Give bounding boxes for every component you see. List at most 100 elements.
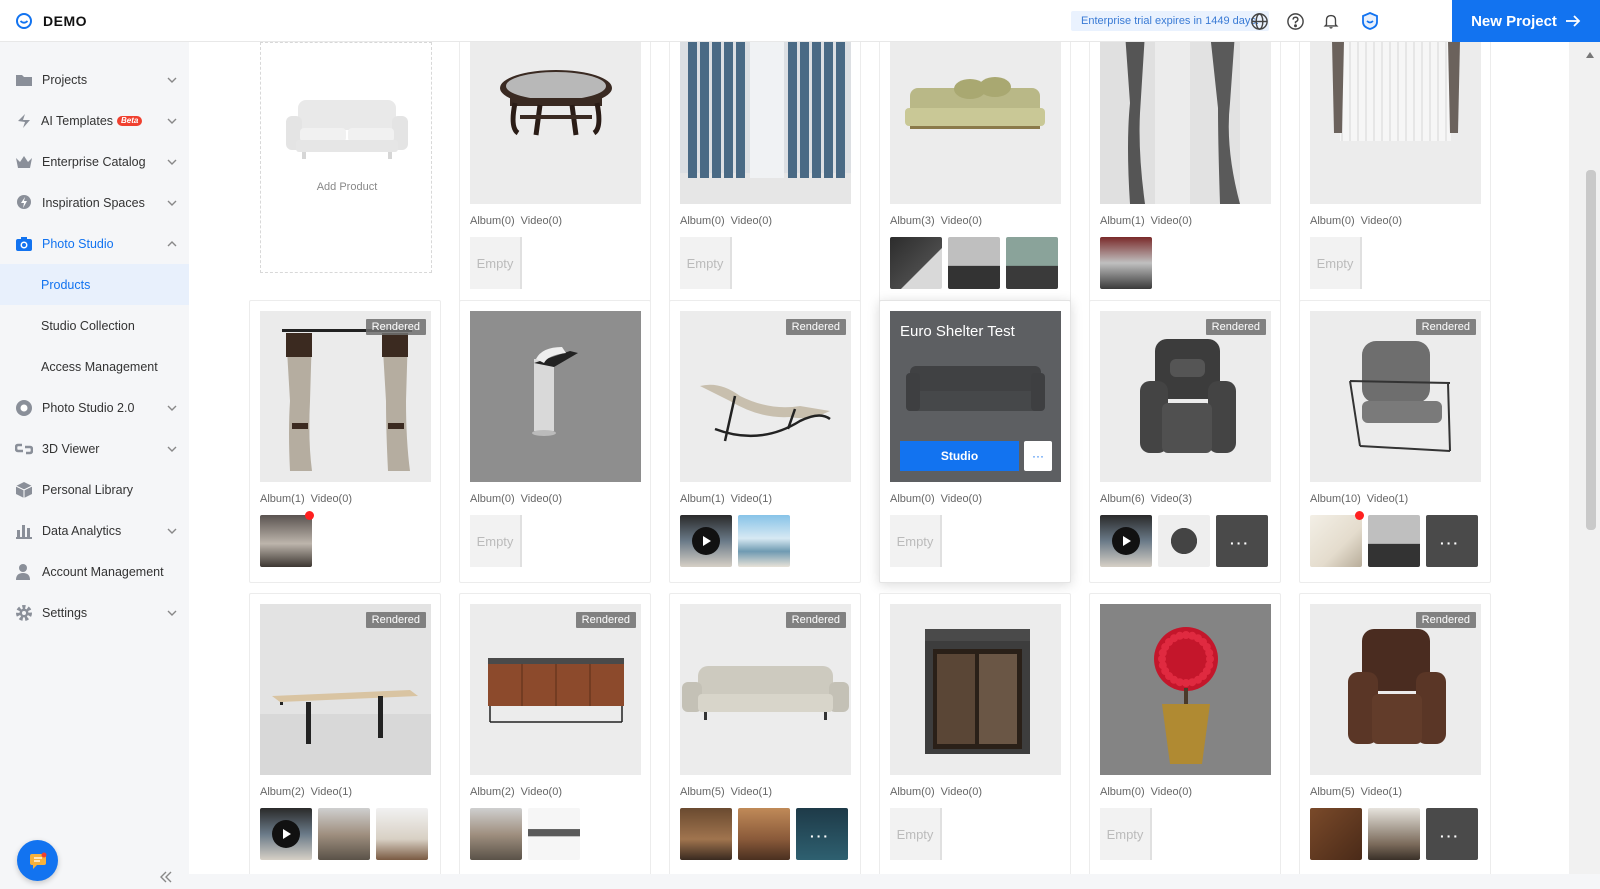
album-thumbnail[interactable] <box>1100 237 1152 289</box>
video-count[interactable]: Video(1) <box>311 786 352 798</box>
sidebar-item-projects[interactable]: Projects <box>0 59 189 100</box>
album-thumbnail[interactable] <box>376 808 428 860</box>
album-thumbnail[interactable] <box>1310 515 1362 567</box>
album-count[interactable]: Album(1) <box>260 493 305 505</box>
product-thumbnail[interactable] <box>890 604 1061 775</box>
product-card[interactable]: Album(0) Video(0) Empty <box>459 300 651 583</box>
album-thumbnail[interactable] <box>1158 515 1210 567</box>
video-count[interactable]: Video(0) <box>521 215 562 227</box>
album-thumbnail[interactable] <box>680 808 732 860</box>
product-thumbnail[interactable]: Rendered <box>260 311 431 482</box>
video-count[interactable]: Video(3) <box>1151 493 1192 505</box>
globe-icon[interactable] <box>1249 11 1269 31</box>
product-thumbnail[interactable] <box>470 311 641 482</box>
product-card[interactable]: Euro Shelter Test Studio ··· Album(0) Video(… <box>879 300 1071 583</box>
video-count[interactable]: Video(0) <box>941 786 982 798</box>
product-card[interactable]: Album(0) Video(0) Empty <box>459 42 651 305</box>
album-thumbnail[interactable] <box>948 237 1000 289</box>
product-thumbnail[interactable] <box>470 42 641 204</box>
album-thumbnail[interactable] <box>1368 515 1420 567</box>
sidebar-item-access-management[interactable]: Access Management <box>0 346 189 387</box>
album-thumbnail[interactable] <box>260 515 312 567</box>
sidebar-item-enterprise-catalog[interactable]: Enterprise Catalog <box>0 141 189 182</box>
collapse-sidebar-icon[interactable] <box>159 870 173 884</box>
album-count[interactable]: Album(5) <box>1310 786 1355 798</box>
album-thumbnail[interactable] <box>738 808 790 860</box>
new-project-button[interactable]: New Project <box>1452 0 1600 42</box>
product-thumbnail[interactable] <box>1310 42 1481 204</box>
album-count[interactable]: Album(0) <box>470 493 515 505</box>
product-card[interactable]: Rendered Album(5) Video(1) ··· <box>1299 593 1491 874</box>
video-count[interactable]: Video(1) <box>731 786 772 798</box>
video-count[interactable]: Video(0) <box>941 215 982 227</box>
scrollbar-thumb[interactable] <box>1586 170 1596 530</box>
product-thumbnail[interactable] <box>1100 604 1271 775</box>
help-icon[interactable] <box>1285 11 1305 31</box>
product-thumbnail[interactable]: Rendered <box>1310 604 1481 775</box>
album-thumbnail[interactable] <box>318 808 370 860</box>
album-thumbnail[interactable] <box>890 237 942 289</box>
more-images-thumbnail[interactable]: ··· <box>1426 515 1478 567</box>
product-thumbnail[interactable] <box>890 42 1061 204</box>
chevron-down-icon[interactable] <box>167 198 177 208</box>
chevron-down-icon[interactable] <box>167 116 177 126</box>
product-card[interactable]: Rendered Album(5) Video(1) ··· <box>669 593 861 874</box>
video-count[interactable]: Video(0) <box>1151 215 1192 227</box>
video-count[interactable]: Video(0) <box>521 786 562 798</box>
product-card[interactable]: Rendered Album(1) Video(1) <box>669 300 861 583</box>
sidebar-item-data-analytics[interactable]: Data Analytics <box>0 510 189 551</box>
album-thumbnail[interactable] <box>738 515 790 567</box>
album-count[interactable]: Album(0) <box>1100 786 1145 798</box>
album-thumbnail[interactable] <box>528 808 580 860</box>
product-card[interactable]: Album(0) Video(0) Empty <box>879 593 1071 874</box>
product-card[interactable]: Rendered Album(2) Video(0) <box>459 593 651 874</box>
album-count[interactable]: Album(2) <box>260 786 305 798</box>
bell-icon[interactable] <box>1321 11 1341 31</box>
album-count[interactable]: Album(0) <box>1310 215 1355 227</box>
sidebar-item-ai-templates[interactable]: AI Templates Beta <box>0 100 189 141</box>
chevron-down-icon[interactable] <box>167 75 177 85</box>
product-card[interactable]: Rendered Album(1) Video(0) <box>249 300 441 583</box>
video-count[interactable]: Video(0) <box>311 493 352 505</box>
album-count[interactable]: Album(10) <box>1310 493 1361 505</box>
product-card[interactable]: Album(0) Video(0) Empty <box>1299 42 1491 305</box>
album-thumbnail[interactable] <box>1006 237 1058 289</box>
video-count[interactable]: Video(0) <box>1151 786 1192 798</box>
product-card[interactable]: Album(3) Video(0) <box>879 42 1071 305</box>
chevron-down-icon[interactable] <box>167 526 177 536</box>
profile-avatar-icon[interactable] <box>1360 11 1380 31</box>
product-card[interactable]: Rendered Album(6) Video(3) ··· <box>1089 300 1281 583</box>
video-count[interactable]: Video(1) <box>1367 493 1408 505</box>
product-thumbnail[interactable]: Rendered <box>260 604 431 775</box>
chevron-down-icon[interactable] <box>167 403 177 413</box>
video-count[interactable]: Video(0) <box>1361 215 1402 227</box>
album-count[interactable]: Album(0) <box>470 215 515 227</box>
add-product-card[interactable]: Add Product <box>260 42 432 273</box>
more-images-thumbnail[interactable]: ··· <box>1426 808 1478 860</box>
album-count[interactable]: Album(0) <box>680 215 725 227</box>
video-count[interactable]: Video(1) <box>1361 786 1402 798</box>
video-count[interactable]: Video(0) <box>941 493 982 505</box>
album-count[interactable]: Album(3) <box>890 215 935 227</box>
album-thumbnail[interactable] <box>1368 808 1420 860</box>
product-card[interactable]: Album(1) Video(0) <box>1089 42 1281 305</box>
album-count[interactable]: Album(1) <box>1100 215 1145 227</box>
sidebar-item-photo-studio[interactable]: Photo Studio <box>0 223 189 264</box>
chevron-down-icon[interactable] <box>167 444 177 454</box>
sidebar-item-inspiration-spaces[interactable]: Inspiration Spaces <box>0 182 189 223</box>
video-thumbnail[interactable] <box>1100 515 1152 567</box>
sidebar-item-account-management[interactable]: Account Management <box>0 551 189 592</box>
product-card[interactable]: Album(0) Video(0) Empty <box>1089 593 1281 874</box>
album-thumbnail[interactable] <box>470 808 522 860</box>
album-count[interactable]: Album(1) <box>680 493 725 505</box>
studio-button[interactable]: Studio <box>900 441 1019 471</box>
album-count[interactable]: Album(2) <box>470 786 515 798</box>
album-count[interactable]: Album(0) <box>890 786 935 798</box>
sidebar-item-studio-collection[interactable]: Studio Collection <box>0 305 189 346</box>
video-thumbnail[interactable] <box>260 808 312 860</box>
product-thumbnail[interactable]: Rendered <box>680 604 851 775</box>
sidebar-item-products[interactable]: Products <box>0 264 189 305</box>
album-count[interactable]: Album(6) <box>1100 493 1145 505</box>
chevron-down-icon[interactable] <box>167 608 177 618</box>
product-thumbnail[interactable]: Rendered <box>1100 311 1271 482</box>
